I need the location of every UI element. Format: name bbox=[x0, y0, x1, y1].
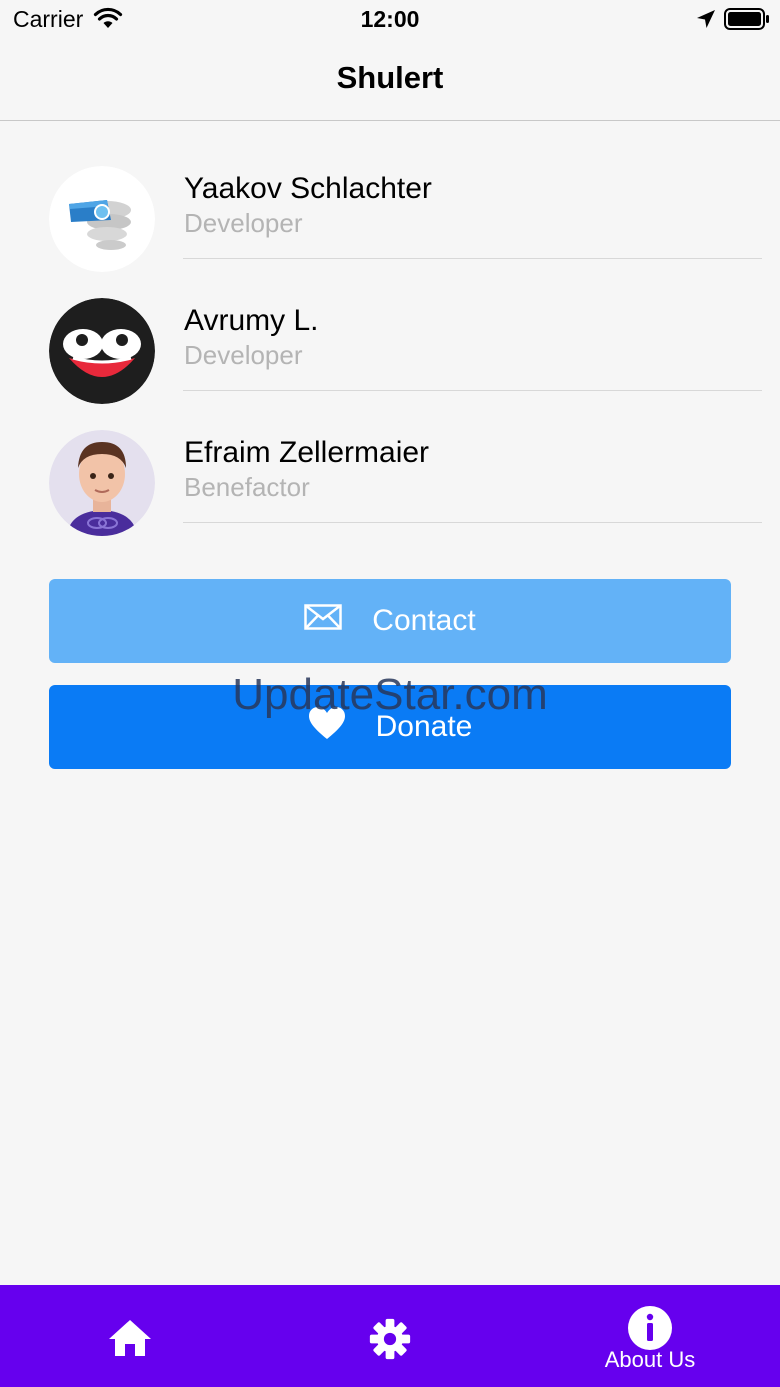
donate-button[interactable]: Donate bbox=[49, 685, 731, 769]
list-item: Yaakov Schlachter Developer bbox=[0, 150, 780, 282]
row-divider bbox=[183, 522, 762, 523]
contact-button-label: Contact bbox=[372, 604, 476, 637]
member-role: Benefactor bbox=[184, 472, 310, 502]
member-role: Developer bbox=[184, 340, 303, 370]
hair-dryer-logo-avatar bbox=[49, 166, 155, 272]
status-bar: Carrier 12:00 bbox=[0, 0, 780, 40]
navigation-bar: Shulert bbox=[0, 40, 780, 121]
row-divider bbox=[183, 258, 762, 259]
page-title: Shulert bbox=[336, 60, 444, 95]
location-arrow-icon bbox=[696, 9, 716, 29]
home-icon bbox=[108, 1319, 152, 1362]
donate-button-label: Donate bbox=[375, 710, 473, 743]
status-time: 12:00 bbox=[360, 6, 420, 32]
list-item: Efraim Zellermaier Benefactor bbox=[0, 414, 780, 546]
row-divider bbox=[183, 390, 762, 391]
envelope-icon bbox=[304, 604, 343, 638]
contact-button[interactable]: Contact bbox=[49, 579, 731, 663]
cartoon-face-avatar bbox=[49, 298, 155, 404]
battery-icon bbox=[724, 8, 770, 30]
member-name: Efraim Zellermaier bbox=[184, 436, 430, 469]
member-name: Yaakov Schlachter bbox=[184, 172, 432, 205]
tab-settings[interactable] bbox=[260, 1285, 520, 1387]
tab-bar: About Us bbox=[0, 1285, 780, 1387]
member-name: Avrumy L. bbox=[184, 304, 319, 337]
list-item: Avrumy L. Developer bbox=[0, 282, 780, 414]
team-list: Yaakov Schlachter Developer Avrumy L. De… bbox=[0, 150, 780, 546]
tab-home[interactable] bbox=[0, 1285, 260, 1387]
memoji-avatar bbox=[49, 430, 155, 536]
member-role: Developer bbox=[184, 208, 303, 238]
tab-about-us[interactable]: About Us bbox=[520, 1285, 780, 1387]
tab-about-us-label: About Us bbox=[604, 1347, 696, 1372]
heart-icon bbox=[308, 706, 346, 748]
gear-icon bbox=[367, 1318, 413, 1365]
about-us-screen: Carrier 12:00 Shulert Yaakov Schlachter … bbox=[0, 0, 780, 1387]
